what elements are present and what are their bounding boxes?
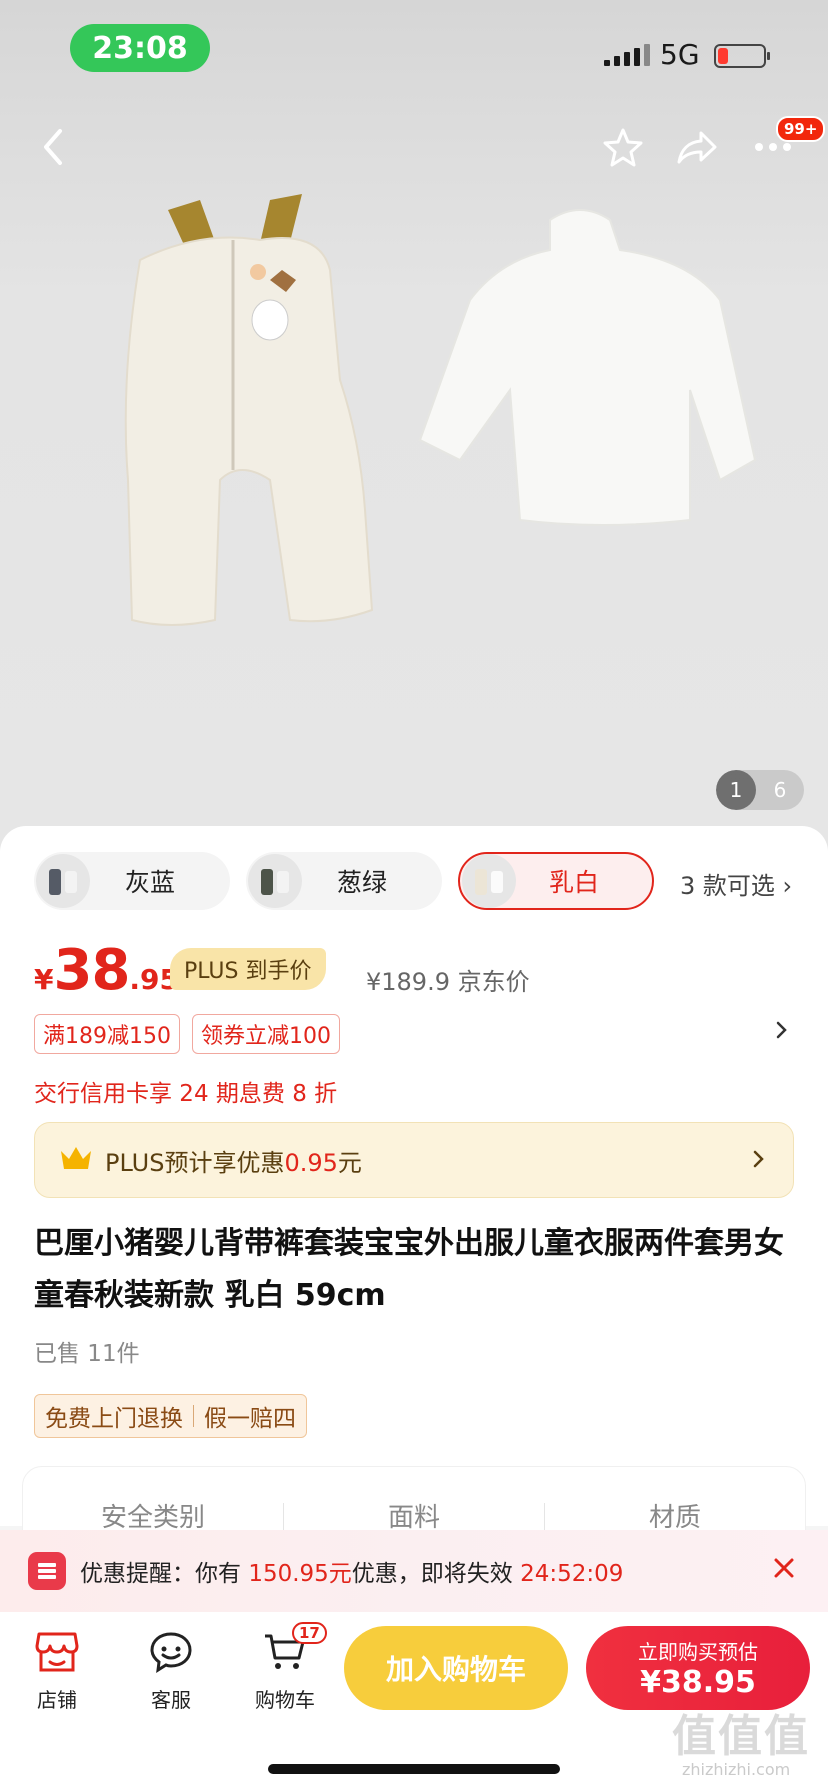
buy-now-label: 立即购买预估 (638, 1640, 758, 1664)
gallery-pager: 1 6 (716, 770, 804, 810)
star-icon[interactable] (598, 122, 648, 172)
plus-banner-text: PLUS预计享优惠0.95元 (105, 1143, 362, 1178)
more-badge: 99+ (776, 116, 826, 142)
signal-icon (604, 44, 650, 66)
home-indicator (268, 1764, 560, 1774)
service-label: 客服 (151, 1688, 191, 1712)
reminder-middle: 优惠，即将失效 (351, 1561, 521, 1587)
back-icon[interactable] (28, 122, 78, 172)
discount-reminder-bar[interactable]: 优惠提醒：你有 150.95元优惠，即将失效 24:52:09 (0, 1530, 828, 1612)
gallery-total: 6 (773, 778, 787, 802)
customer-service-tab[interactable]: 客服 (126, 1630, 216, 1713)
gallery-current: 1 (716, 770, 756, 810)
variant-gray-blue[interactable]: 灰蓝 (34, 852, 230, 910)
chevron-right-icon (753, 1149, 765, 1173)
coupon-icon (28, 1552, 66, 1590)
variant-green[interactable]: 葱绿 (246, 852, 442, 910)
cart-tab[interactable]: 17 购物车 (240, 1622, 330, 1713)
product-gallery[interactable]: 23:08 5G 99+ 1 6 (0, 0, 828, 850)
credit-card-offer[interactable]: 交行信用卡享 24 期息费 8 折 (34, 1074, 337, 1108)
variant-thumbnail (36, 854, 90, 908)
promo-tag: 领券立减100 (191, 1014, 340, 1054)
variant-label: 乳白 (548, 868, 599, 897)
store-label: 店铺 (37, 1688, 77, 1712)
watermark-logo: 值值值 (672, 1711, 810, 1762)
product-title: 巴厘小猪婴儿背带裤套装宝宝外出服儿童衣服两件套男女童春秋装新款 乳白 59cm (34, 1226, 784, 1313)
jd-price: ¥189.9 京东价 (366, 968, 530, 996)
plus-discount-banner[interactable]: PLUS预计享优惠0.95元 (34, 1122, 794, 1198)
price-currency: ¥ (34, 963, 54, 996)
variant-thumbnail (248, 854, 302, 908)
variant-milk-white[interactable]: 乳白 (458, 852, 654, 910)
service-tag: 免费上门退换 (45, 1406, 183, 1432)
buy-now-button[interactable]: 立即购买预估 ¥38.95 (586, 1626, 810, 1710)
price: ¥ 38 .95 (34, 938, 179, 1003)
status-time: 23:08 (70, 24, 210, 72)
service-guarantee[interactable]: 免费上门退换 假一赔四 (34, 1394, 307, 1438)
more-variants-link[interactable]: 3 款可选 › (680, 866, 792, 901)
network-label: 5G (660, 38, 700, 71)
variant-thumbnail (462, 854, 516, 908)
product-info-card: 灰蓝 葱绿 乳白 3 款可选 › ¥ 38 .95 PLUS 到手价 ¥189.… (0, 826, 828, 1526)
reminder-amount: 150.95元 (248, 1561, 352, 1587)
reminder-countdown: 24:52:09 (520, 1561, 624, 1587)
cart-label: 购物车 (255, 1688, 315, 1712)
watermark-url: zhizhizhi.com (682, 1760, 791, 1779)
store-icon (35, 1632, 79, 1672)
plus-banner-amount: 0.95 (284, 1148, 338, 1177)
promo-tags[interactable]: 满189减150 领券立减100 (34, 1014, 340, 1054)
store-tab[interactable]: 店铺 (12, 1630, 102, 1713)
plus-banner-prefix: PLUS预计享优惠 (105, 1148, 285, 1177)
price-integer: 38 (53, 938, 130, 1003)
variant-label: 灰蓝 (124, 868, 175, 897)
chat-icon (150, 1632, 192, 1673)
reminder-prefix: 优惠提醒：你有 (80, 1561, 249, 1587)
close-icon[interactable] (772, 1556, 796, 1584)
buy-now-price: ¥38.95 (640, 1665, 756, 1700)
share-icon[interactable] (672, 122, 722, 172)
variant-selector: 灰蓝 葱绿 乳白 (34, 852, 654, 910)
plus-price-tag: PLUS 到手价 (170, 948, 326, 990)
sold-count: 已售 11件 (34, 1341, 140, 1367)
reminder-text: 优惠提醒：你有 150.95元优惠，即将失效 24:52:09 (80, 1554, 623, 1588)
product-image (124, 194, 757, 626)
status-bar: 23:08 5G (0, 0, 828, 100)
battery-icon (714, 44, 770, 68)
cart-count-badge: 17 (292, 1622, 327, 1644)
add-to-cart-button[interactable]: 加入购物车 (344, 1626, 568, 1710)
plus-banner-suffix: 元 (337, 1148, 362, 1177)
crown-icon (59, 1145, 93, 1175)
promo-tag: 满189减150 (34, 1014, 180, 1054)
service-tag: 假一赔四 (204, 1406, 296, 1432)
chevron-right-icon[interactable] (776, 1020, 788, 1044)
variant-label: 葱绿 (336, 868, 387, 897)
